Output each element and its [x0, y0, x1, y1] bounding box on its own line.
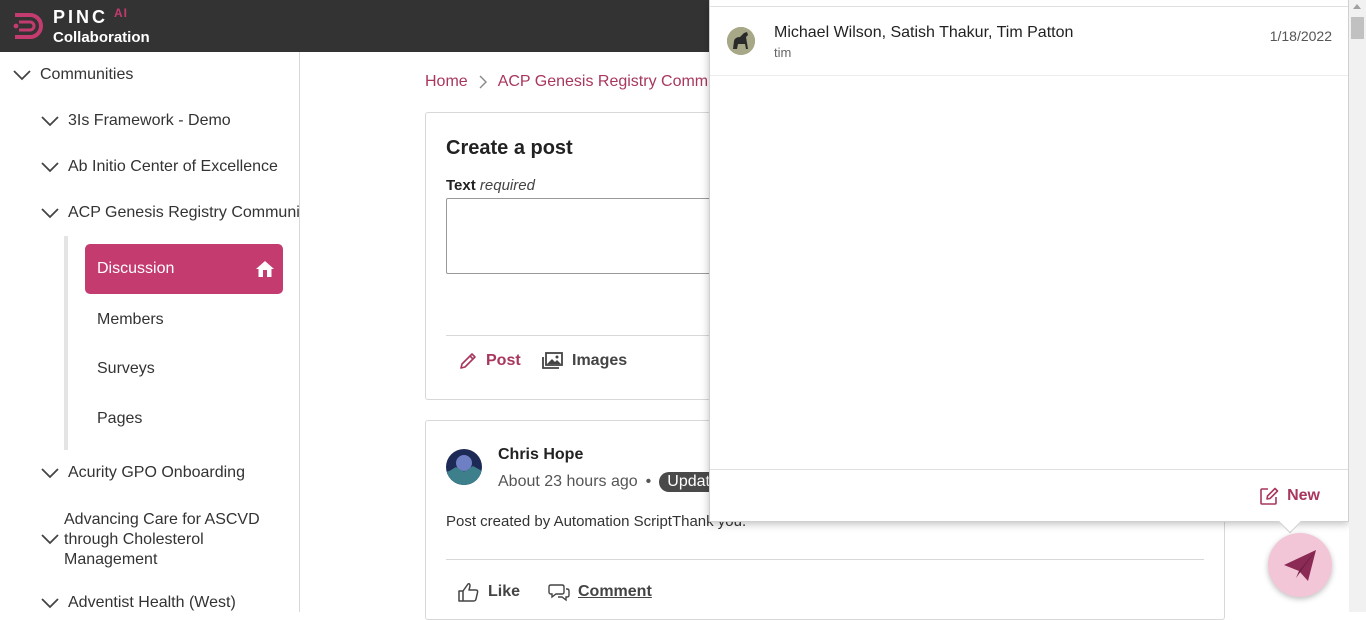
sidebar-item-communities[interactable]: Communities	[12, 66, 133, 84]
chevron-down-icon	[41, 468, 59, 479]
images-icon	[542, 352, 563, 369]
post-tab-label: Post	[486, 352, 521, 369]
popover-footer: New	[710, 469, 1348, 521]
scroll-thumb[interactable]	[1351, 17, 1364, 39]
conversation-avatar	[727, 27, 755, 55]
chevron-down-icon	[41, 162, 59, 173]
comment-icon	[548, 584, 570, 602]
avatar-image	[446, 449, 482, 485]
compose-icon	[1260, 487, 1279, 505]
messages-popover: Michael Wilson, Satish Thakur, Tim Patto…	[709, 0, 1349, 522]
sidebar-item-acurity[interactable]: Acurity GPO Onboarding	[40, 464, 245, 482]
chevron-down-icon	[41, 116, 59, 127]
brand-subtitle: Collaboration	[53, 29, 150, 46]
sidebar-subitem-discussion[interactable]: Discussion	[85, 244, 283, 294]
comment-label: Comment	[578, 583, 652, 600]
conversation-participants: Michael Wilson, Satish Thakur, Tim Patto…	[774, 24, 1074, 41]
comment-button[interactable]: Comment	[548, 582, 652, 602]
images-tab-button[interactable]: Images	[542, 351, 627, 371]
sidebar-item-label: 3Is Framework - Demo	[68, 112, 231, 129]
sidebar-item-acp-genesis[interactable]: ACP Genesis Registry Community	[40, 204, 300, 222]
sidebar-item-label: Acurity GPO Onboarding	[68, 464, 245, 481]
chevron-down-icon	[41, 598, 59, 609]
chevron-down-icon	[41, 208, 59, 219]
create-post-title: Create a post	[446, 137, 573, 159]
thumbs-up-icon	[458, 583, 479, 602]
post-author[interactable]: Chris Hope	[498, 446, 583, 464]
meta-separator: •	[645, 473, 652, 490]
breadcrumb-current[interactable]: ACP Genesis Registry Community	[498, 73, 742, 91]
required-label: required	[479, 177, 535, 194]
pinc-logo-icon[interactable]	[10, 9, 46, 43]
chevron-down-icon[interactable]	[40, 533, 60, 545]
messages-fab-button[interactable]	[1268, 533, 1332, 597]
sidebar-subitem-pages[interactable]: Pages	[97, 410, 142, 428]
author-avatar[interactable]	[446, 449, 482, 485]
sidebar-item-label: ACP Genesis Registry Community	[68, 204, 300, 221]
post-time: About 23 hours ago	[498, 473, 638, 490]
scroll-up-arrow-icon[interactable]	[1353, 4, 1361, 9]
sidebar-item-label: Adventist Health (West)	[68, 594, 236, 611]
home-icon	[256, 261, 274, 277]
post-tab-button[interactable]: Post	[458, 351, 521, 371]
conversation-preview: tim	[774, 45, 792, 60]
new-message-label: New	[1287, 487, 1320, 504]
sidebar: Communities 3Is Framework - Demo Ab Init…	[0, 52, 300, 612]
sidebar-subitem-members[interactable]: Members	[97, 311, 164, 329]
breadcrumb-home-link[interactable]: Home	[425, 73, 468, 91]
sidebar-item-ascvd[interactable]: Advancing Care for ASCVD through Cholest…	[64, 510, 284, 570]
images-tab-label: Images	[572, 352, 628, 369]
conversation-date: 1/18/2022	[1269, 28, 1332, 44]
pencil-icon	[460, 353, 476, 369]
chevron-down-icon	[13, 70, 31, 81]
subnav-divider	[64, 236, 68, 450]
text-field-label: Text required	[446, 177, 535, 194]
sidebar-subitem-surveys[interactable]: Surveys	[97, 360, 155, 378]
post-body: Post created by Automation ScriptThank y…	[446, 513, 747, 530]
like-button[interactable]: Like	[458, 582, 520, 602]
conversation-item[interactable]: Michael Wilson, Satish Thakur, Tim Patto…	[710, 7, 1348, 76]
brand-ai: AI	[114, 6, 128, 20]
chevron-right-icon	[479, 75, 487, 89]
horse-avatar-image	[727, 27, 755, 55]
sidebar-item-label: Ab Initio Center of Excellence	[68, 158, 278, 175]
page-scrollbar[interactable]	[1349, 0, 1366, 612]
sidebar-subitem-label: Discussion	[97, 260, 175, 277]
sidebar-item-label: Communities	[40, 66, 134, 83]
paper-plane-icon	[1284, 550, 1316, 581]
new-message-button[interactable]: New	[1259, 486, 1320, 506]
text-label: Text	[446, 177, 476, 194]
brand-name: PINC	[53, 7, 109, 27]
breadcrumb: Home ACP Genesis Registry Community	[425, 73, 742, 91]
like-label: Like	[488, 583, 521, 600]
post-meta: About 23 hours ago • Updated	[498, 472, 736, 492]
sidebar-item-adventist[interactable]: Adventist Health (West)	[40, 594, 236, 612]
divider	[446, 559, 1204, 560]
sidebar-item-3is-framework[interactable]: 3Is Framework - Demo	[40, 112, 231, 130]
sidebar-item-ab-initio[interactable]: Ab Initio Center of Excellence	[40, 158, 278, 176]
